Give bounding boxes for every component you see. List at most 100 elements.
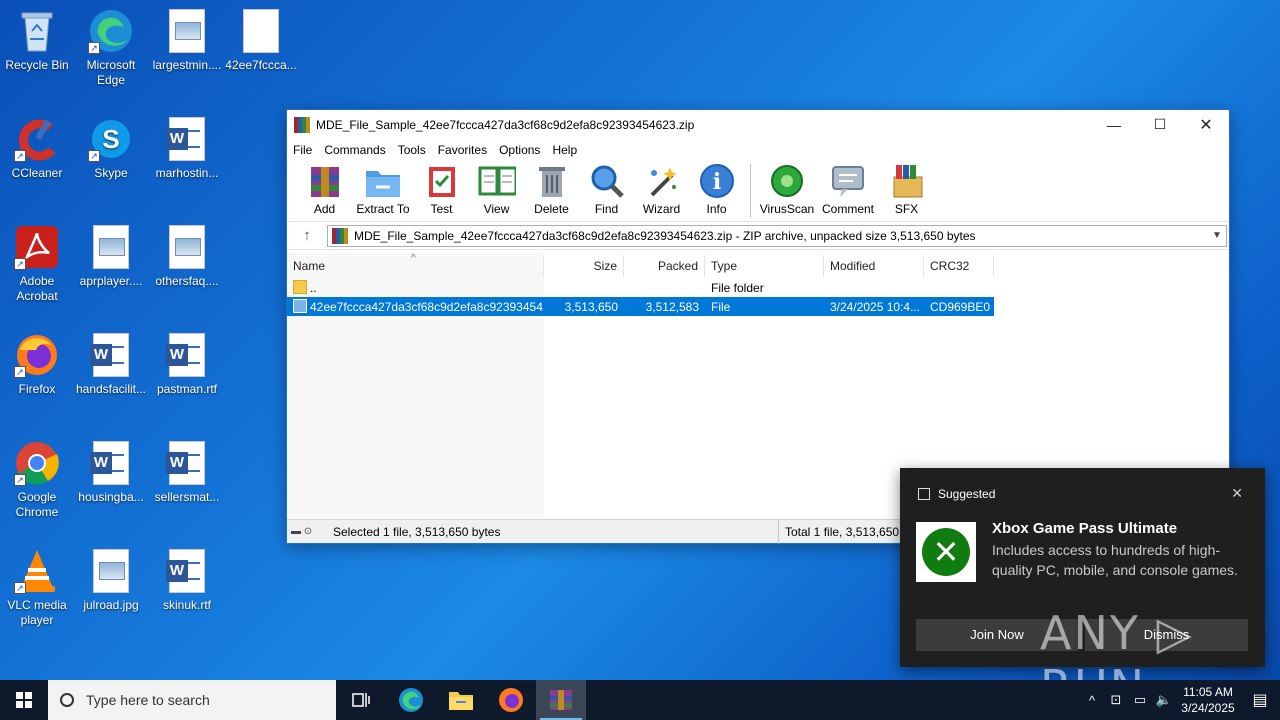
search-box[interactable]: Type here to search <box>48 680 336 720</box>
word-document-icon: W <box>164 440 210 486</box>
title-bar[interactable]: MDE_File_Sample_42ee7fccca427da3cf68c9d2… <box>287 110 1229 139</box>
toast-title: Xbox Game Pass Ultimate <box>992 520 1178 537</box>
desktop-icon-marhostin[interactable]: W marhostin... <box>150 116 224 181</box>
desktop-icon-label: Recycle Bin <box>5 58 69 72</box>
column-packed[interactable]: Packed <box>624 255 705 277</box>
taskbar: Type here to search ^ ⊡ ▭ 🔈 11:05 AM 3/2… <box>0 680 1280 720</box>
desktop-icon-recycle-bin[interactable]: Recycle Bin <box>0 8 74 73</box>
desktop-icon-sellersmat[interactable]: W sellersmat... <box>150 440 224 505</box>
taskbar-file-explorer[interactable] <box>436 680 486 720</box>
desktop-icon-label: CCleaner <box>11 166 63 180</box>
column-type[interactable]: Type <box>705 255 824 277</box>
device-icon[interactable]: ⊡ <box>1104 692 1128 708</box>
desktop-icon-othersfaq[interactable]: othersfaq.... <box>150 224 224 289</box>
desktop-icon-label: VLC media player <box>7 598 67 627</box>
volume-icon[interactable]: 🔈 <box>1152 692 1176 708</box>
magnifier-icon <box>588 162 626 200</box>
menu-favorites[interactable]: Favorites <box>436 143 492 157</box>
menu-options[interactable]: Options <box>497 143 545 157</box>
extract-to-button[interactable]: Extract To <box>352 160 414 216</box>
desktop-icon-firefox[interactable]: ↗ Firefox <box>0 332 74 397</box>
menu-file[interactable]: File <box>291 143 317 157</box>
toast-close-button[interactable]: ✕ <box>1231 485 1243 502</box>
row-packed: 3,512,583 <box>645 299 699 314</box>
file-icon <box>293 299 307 313</box>
table-row[interactable]: .. File folder <box>287 278 994 297</box>
close-button[interactable]: ✕ <box>1183 110 1229 139</box>
row-crc: CD969BE0 <box>930 299 991 314</box>
desktop-icon-ccleaner[interactable]: ↗ CCleaner <box>0 116 74 181</box>
desktop-icon-label: sellersmat... <box>154 490 220 504</box>
wand-icon <box>643 162 681 200</box>
desktop-icon-google-chrome[interactable]: ↗ Google Chrome <box>0 440 74 520</box>
maximize-button[interactable]: ☐ <box>1137 110 1183 139</box>
menu-help[interactable]: Help <box>550 143 582 157</box>
recycle-bin-icon <box>14 8 60 54</box>
sfx-button[interactable]: SFX <box>879 160 934 216</box>
toast-body: Includes access to hundreds of high-qual… <box>992 542 1238 578</box>
desktop-icon-42ee7fccca[interactable]: 42ee7fccca... <box>224 8 298 73</box>
table-row-selected[interactable]: 42ee7fccca427da3cf68c9d2efa8c92393454...… <box>287 297 994 316</box>
image-file-icon <box>88 224 134 270</box>
menu-tools[interactable]: Tools <box>396 143 431 157</box>
clock[interactable]: 11:05 AM 3/24/2025 <box>1176 684 1240 716</box>
skype-icon: S ↗ <box>88 116 134 162</box>
comment-icon <box>829 162 867 200</box>
taskbar-edge[interactable] <box>386 680 436 720</box>
desktop-icon-label: Google Chrome <box>15 490 59 519</box>
wizard-button[interactable]: Wizard <box>634 160 689 216</box>
comment-button[interactable]: Comment <box>817 160 879 216</box>
column-crc32[interactable]: CRC32 <box>924 255 994 277</box>
delete-button[interactable]: Delete <box>524 160 579 216</box>
column-modified[interactable]: Modified <box>824 255 924 277</box>
desktop-icon-adobe-acrobat[interactable]: ↗ Adobe Acrobat <box>0 224 74 304</box>
menu-commands[interactable]: Commands <box>322 143 390 157</box>
desktop-icon-skinuk[interactable]: W skinuk.rtf <box>150 548 224 613</box>
view-button[interactable]: View <box>469 160 524 216</box>
taskbar-winrar[interactable] <box>536 680 586 720</box>
path-field[interactable]: MDE_File_Sample_42ee7fccca427da3cf68c9d2… <box>327 224 1227 247</box>
word-document-icon: W <box>164 116 210 162</box>
taskbar-firefox[interactable] <box>486 680 536 720</box>
desktop-icon-housingba[interactable]: W housingba... <box>74 440 148 505</box>
clock-date: 3/24/2025 <box>1181 701 1235 715</box>
add-button[interactable]: Add <box>297 160 352 216</box>
desktop-icon-handsfacilit[interactable]: W handsfacilit... <box>74 332 148 397</box>
word-document-icon: W <box>88 332 134 378</box>
column-size[interactable]: Size <box>544 255 624 277</box>
sort-arrow-icon: ^ <box>411 253 416 264</box>
desktop-icon-skype[interactable]: S ↗ Skype <box>74 116 148 181</box>
word-document-icon: W <box>164 548 210 594</box>
comment-label: Comment <box>821 202 874 216</box>
row-name: 42ee7fccca427da3cf68c9d2efa8c92393454... <box>310 300 544 314</box>
column-name[interactable]: Name ^ <box>287 253 544 277</box>
column-header-row: Name ^ Size Packed Type Modified CRC32 <box>287 253 994 277</box>
virusscan-button[interactable]: VirusScan <box>757 160 817 216</box>
chevron-down-icon[interactable]: ▼ <box>1208 230 1226 241</box>
start-button[interactable] <box>0 680 48 720</box>
info-icon: i <box>698 162 736 200</box>
up-arrow-icon[interactable]: ↑ <box>287 227 327 244</box>
desktop-icon-largestmin[interactable]: largestmin.... <box>150 8 224 73</box>
desktop-icon-julroad[interactable]: julroad.jpg <box>74 548 148 613</box>
view-label: View <box>483 202 510 216</box>
drive-icon[interactable]: ▬ ⊙ <box>287 526 327 537</box>
desktop-icon-vlc[interactable]: ↗ VLC media player <box>0 548 74 628</box>
find-label: Find <box>594 202 619 216</box>
minimize-button[interactable]: — <box>1091 110 1137 139</box>
xbox-logo-icon: ✕ <box>916 522 976 582</box>
network-icon[interactable]: ▭ <box>1128 692 1152 708</box>
find-button[interactable]: Find <box>579 160 634 216</box>
row-size: 3,513,650 <box>564 299 618 314</box>
task-view-button[interactable] <box>336 680 386 720</box>
desktop-icon-aprplayer[interactable]: aprplayer.... <box>74 224 148 289</box>
folder-icon <box>449 692 473 710</box>
info-button[interactable]: i Info <box>689 160 744 216</box>
notification-center-icon[interactable]: ▤ <box>1240 690 1280 710</box>
desktop-icon-label: 42ee7fccca... <box>225 58 297 72</box>
chevron-up-icon[interactable]: ^ <box>1080 693 1104 708</box>
desktop-icon-pastman[interactable]: W pastman.rtf <box>150 332 224 397</box>
extract-to-label: Extract To <box>356 202 410 216</box>
test-button[interactable]: Test <box>414 160 469 216</box>
desktop-icon-edge[interactable]: ↗ Microsoft Edge <box>74 8 148 88</box>
